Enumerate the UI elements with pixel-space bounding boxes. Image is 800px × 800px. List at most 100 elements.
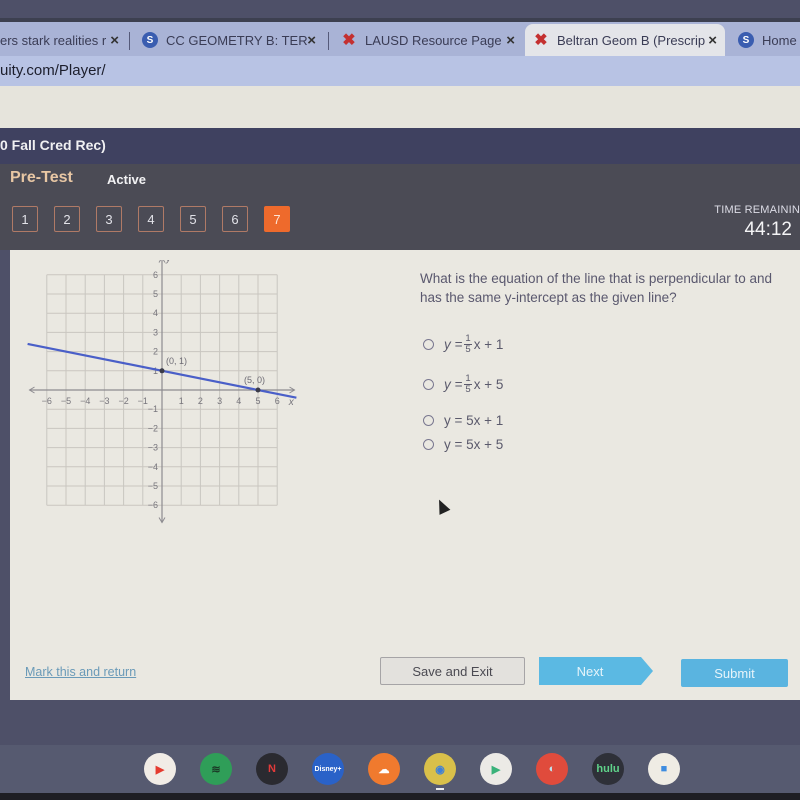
spotify-app-icon[interactable]: ≋: [200, 753, 232, 785]
radio-button[interactable]: [423, 414, 434, 426]
y-tick-label: −1: [148, 404, 158, 414]
schoology-icon: S: [142, 32, 158, 48]
test-status: Active: [107, 172, 147, 187]
y-tick-label: 2: [153, 347, 158, 357]
save-and-exit-button[interactable]: Save and Exit: [380, 657, 525, 685]
tab-divider: [328, 32, 329, 50]
os-shelf: ▶ ≋ N Disney+ ☁ ◉ ▶ ◐ hulu ■: [0, 745, 800, 793]
close-tab-icon[interactable]: ×: [307, 32, 316, 49]
timer-label: TIME REMAININ: [714, 204, 800, 216]
tab-label: CC GEOMETRY B: TERM: [166, 32, 308, 48]
y-tick-label: −4: [148, 462, 158, 472]
netflix-app-icon[interactable]: N: [256, 753, 288, 785]
y-tick-label: 6: [153, 270, 158, 280]
answer-option-2[interactable]: y = 1 5 x + 5: [423, 370, 503, 398]
schoology-icon: S: [738, 32, 754, 48]
question-button-3[interactable]: 3: [96, 206, 122, 232]
active-app-indicator: [436, 788, 444, 790]
browser-tab-4-active[interactable]: ✖ Beltran Geom B (Prescrip ×: [525, 24, 725, 56]
close-tab-icon[interactable]: ×: [708, 32, 717, 49]
data-point: [159, 368, 165, 374]
x-tick-label: 2: [198, 396, 203, 406]
question-panel: −6 −5 −4 −3 −2 −1 1 2 3 4 5 6 6 5 4 3 2 1 −1 −2 −3 −4 −5 −6 x y (0…: [10, 250, 800, 700]
radio-button[interactable]: [423, 338, 434, 350]
option-text: y = 5x + 1: [444, 412, 504, 428]
url-text[interactable]: uity.com/Player/: [0, 62, 106, 79]
x-tick-label: 3: [217, 396, 222, 406]
answer-option-1[interactable]: y = 1 5 x + 1: [423, 330, 503, 358]
answer-option-3[interactable]: y = 5x + 1: [423, 410, 503, 430]
option-prefix: y =: [444, 376, 463, 392]
option-text: y = 5x + 5: [444, 436, 504, 452]
radio-button[interactable]: [423, 438, 434, 450]
fraction: 1 5: [464, 332, 472, 355]
question-button-7-current[interactable]: 7: [264, 206, 290, 232]
submit-button[interactable]: Submit: [681, 659, 788, 687]
disney-plus-app-icon[interactable]: Disney+: [312, 753, 344, 785]
youtube-app-icon[interactable]: ▶: [144, 753, 176, 785]
browser-tab-1[interactable]: ers stark realities r ×: [0, 24, 127, 56]
edgenuity-x-icon: ✖: [534, 32, 548, 49]
y-tick-label: −3: [148, 443, 158, 453]
address-bar[interactable]: uity.com/Player/: [0, 56, 800, 86]
y-axis-label: y: [165, 260, 172, 264]
mark-and-return-link[interactable]: Mark this and return: [25, 665, 136, 679]
question-button-6[interactable]: 6: [222, 206, 248, 232]
fraction-numerator: 1: [464, 372, 472, 385]
browser-tab-5[interactable]: S Home: [730, 24, 800, 56]
option-prefix: y =: [444, 336, 463, 352]
course-header: 0 Fall Cred Rec): [0, 128, 800, 164]
play-store-app-icon[interactable]: ▶: [480, 753, 512, 785]
fraction: 1 5: [464, 372, 472, 395]
fraction-denominator: 5: [465, 343, 471, 355]
bookmarks-bar: [0, 86, 800, 128]
x-tick-label: −4: [80, 396, 90, 406]
question-button-1[interactable]: 1: [12, 206, 38, 232]
x-tick-label: −1: [138, 396, 148, 406]
screen-bezel: [0, 793, 800, 800]
hulu-app-icon[interactable]: hulu: [592, 753, 624, 785]
x-tick-label: −2: [118, 396, 128, 406]
tab-divider: [129, 32, 130, 50]
browser-tab-3[interactable]: ✖ LAUSD Resource Page ×: [333, 24, 523, 56]
test-header: Pre-Test Active 1 2 3 4 5 6 7 TIME REMAI…: [0, 164, 800, 250]
course-title: 0 Fall Cred Rec): [0, 137, 106, 153]
chrome-app-icon[interactable]: ◉: [424, 753, 456, 785]
screen: ers stark realities r × S CC GEOMETRY B:…: [0, 0, 800, 800]
close-tab-icon[interactable]: ×: [110, 32, 119, 49]
question-button-2[interactable]: 2: [54, 206, 80, 232]
zoom-app-icon[interactable]: ■: [648, 753, 680, 785]
radio-button[interactable]: [423, 378, 434, 390]
timer-value: 44:12: [744, 219, 792, 240]
x-axis-label: x: [288, 397, 295, 408]
answer-option-4[interactable]: y = 5x + 5: [423, 434, 503, 454]
answer-options: y = 1 5 x + 1 y = 1 5 x + 5 y = 5x + 1 y…: [423, 330, 503, 458]
fraction-numerator: 1: [464, 332, 472, 345]
edgenuity-x-icon: ✖: [342, 32, 356, 49]
soundcloud-app-icon[interactable]: ☁: [368, 753, 400, 785]
next-button[interactable]: Next: [539, 657, 653, 685]
x-tick-label: −6: [42, 396, 52, 406]
y-tick-label: 5: [153, 289, 158, 299]
among-us-app-icon[interactable]: ◐: [536, 753, 568, 785]
point-label: (5, 0): [244, 375, 265, 385]
tab-label: ers stark realities r: [0, 32, 107, 48]
x-tick-label: −5: [61, 396, 71, 406]
tab-label: Beltran Geom B (Prescrip: [557, 32, 706, 48]
close-tab-icon[interactable]: ×: [506, 32, 515, 49]
question-navigator: 1 2 3 4 5 6 7: [12, 206, 290, 232]
coordinate-graph: −6−5−4−3−2−1123456654321−1−2−3−4−5−6xy(0…: [27, 260, 297, 524]
data-point: [255, 387, 261, 393]
question-button-5[interactable]: 5: [180, 206, 206, 232]
tab-label: LAUSD Resource Page: [365, 32, 502, 48]
point-label: (0, 1): [166, 356, 187, 366]
x-tick-label: 5: [255, 396, 260, 406]
test-name: Pre-Test: [10, 169, 73, 186]
question-text: What is the equation of the line that is…: [420, 271, 772, 305]
x-tick-label: −3: [99, 396, 109, 406]
x-tick-label: 1: [179, 396, 184, 406]
browser-tab-bar: ers stark realities r × S CC GEOMETRY B:…: [0, 18, 800, 56]
question-button-4[interactable]: 4: [138, 206, 164, 232]
tab-label: Home: [762, 32, 797, 48]
browser-tab-2[interactable]: S CC GEOMETRY B: TERM ×: [134, 24, 324, 56]
